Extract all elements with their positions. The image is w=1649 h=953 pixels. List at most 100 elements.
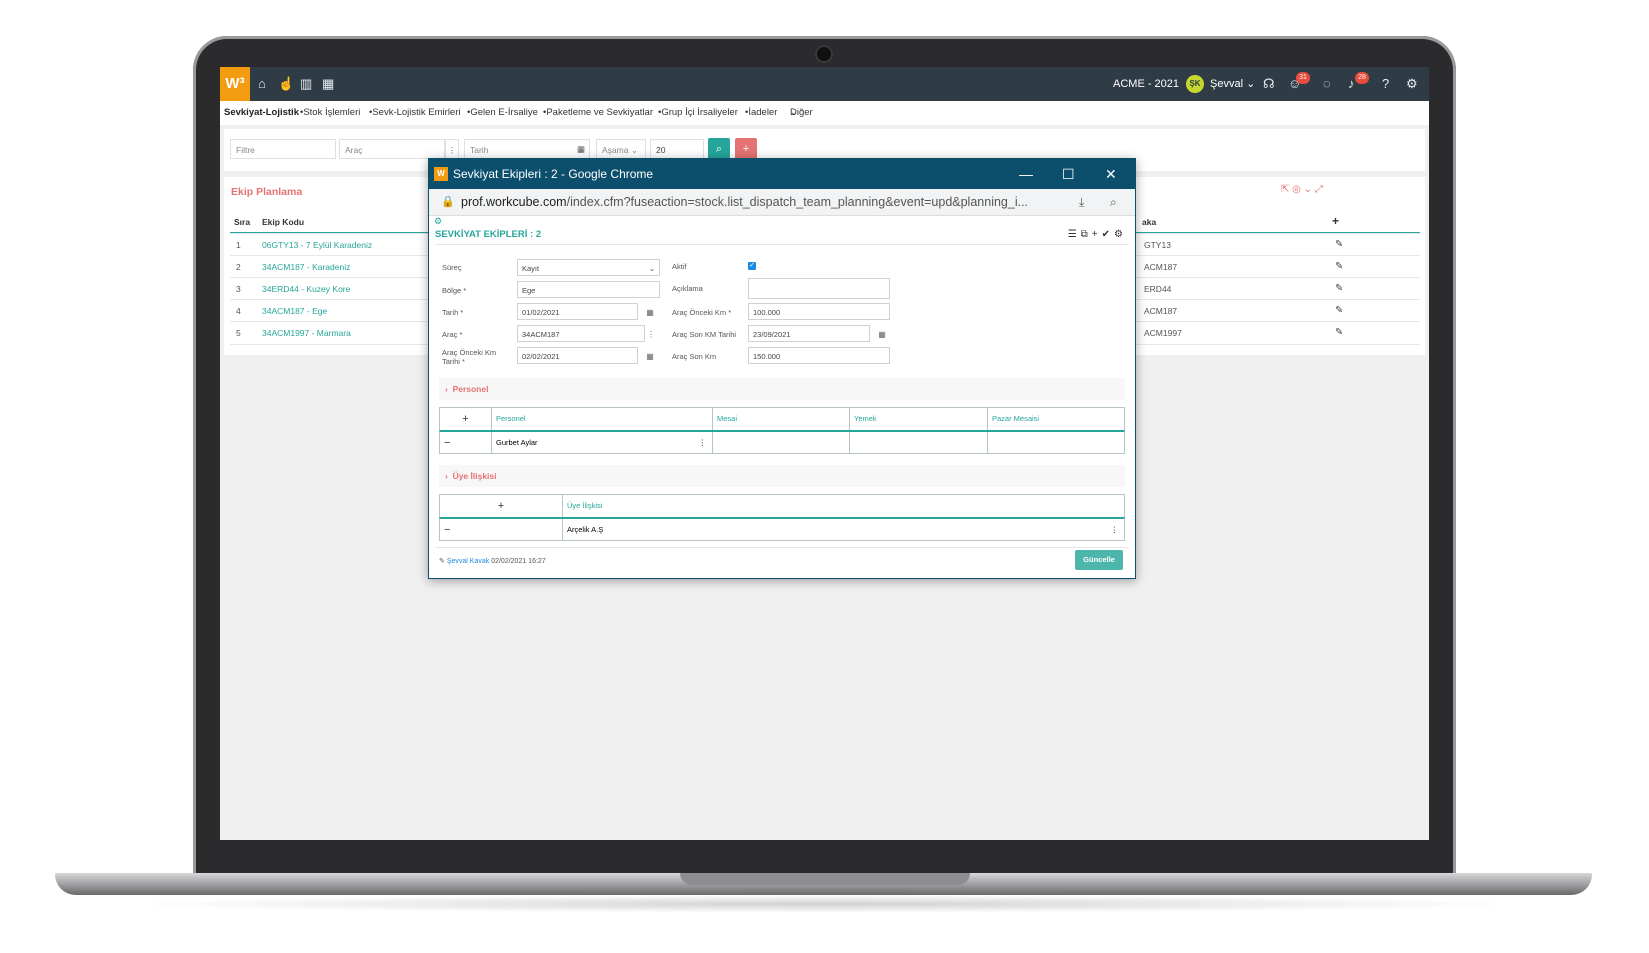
col-header-mesai: Mesai xyxy=(712,408,849,430)
avatar[interactable]: ŞK xyxy=(1186,75,1204,93)
yemek-cell[interactable] xyxy=(849,432,987,453)
user-menu[interactable]: Şevval ⌄ xyxy=(1210,67,1255,101)
calendar-icon: ▦ xyxy=(646,352,654,361)
gear-icon[interactable]: ⚙ xyxy=(1114,229,1123,240)
calendar-icon[interactable]: ▦ xyxy=(322,67,334,101)
maximize-button[interactable]: ☐ xyxy=(1062,159,1075,189)
aciklama-label: Açıklama xyxy=(672,284,703,293)
edit-icon[interactable]: ✎ xyxy=(1335,278,1343,300)
search-button[interactable]: ⌕ xyxy=(708,138,730,160)
update-button[interactable]: Güncelle xyxy=(1075,550,1123,570)
edit-icon[interactable]: ✎ xyxy=(1335,322,1343,344)
menu-sevkiyat-lojistik[interactable]: Sevkiyat-Lojistik xyxy=(224,101,299,125)
message-icon[interactable]: ◌ xyxy=(1323,67,1331,101)
check-icon[interactable]: ✔ xyxy=(1102,229,1110,240)
bell-icon[interactable]: ♪ xyxy=(1348,67,1355,101)
plus-icon[interactable]: + xyxy=(1092,229,1098,240)
company-name[interactable]: ACME - 2021 xyxy=(1113,67,1179,101)
minimize-button[interactable]: — xyxy=(1019,159,1033,189)
add-button[interactable]: + xyxy=(735,138,757,160)
menu-sevk-emirleri[interactable]: • Sevk-Lojistik Emirleri xyxy=(369,101,460,125)
arac-input[interactable]: 34ACM187 ⋮ xyxy=(517,325,655,342)
personel-name[interactable]: Gurbet Aylar ⋮ xyxy=(491,432,712,453)
zoom-icon[interactable]: ⌕ xyxy=(1110,189,1117,215)
personel-section-toggle[interactable]: › Personel xyxy=(439,378,1125,400)
table-row: − Arçelik A.Ş ⋮ xyxy=(439,517,1125,541)
workcube-logo[interactable]: W³ xyxy=(220,67,250,101)
aciklama-textarea[interactable] xyxy=(748,278,890,299)
son-tarih-label: Araç Son KM Tarihi xyxy=(672,330,737,339)
uye-grid-header: + Üye İlişkisi xyxy=(439,494,1125,518)
onceki-tarih-label: Araç Önceki Km Tarihi * xyxy=(442,348,497,366)
bolge-input[interactable]: Ege xyxy=(517,281,660,298)
lock-icon: 🔒 xyxy=(441,196,455,208)
chart-icon[interactable]: ▥ xyxy=(300,67,312,101)
popup-titlebar[interactable]: W Sevkiyat Ekipleri : 2 - Google Chrome … xyxy=(429,159,1135,189)
menu-stok-islemleri[interactable]: • Stok İşlemleri xyxy=(300,101,360,125)
help-icon[interactable]: ? xyxy=(1382,67,1389,101)
headset-icon[interactable]: ☊ xyxy=(1263,67,1275,101)
menu-grup-ici[interactable]: • Grup İçi İrsaliyeler xyxy=(658,101,738,125)
url-text[interactable]: prof.workcube.com/index.cfm?fuseaction=s… xyxy=(461,189,1028,215)
calendar-icon[interactable]: ▦ xyxy=(572,139,590,159)
menu-dots-icon: ⋮ xyxy=(698,438,707,447)
vehicle-menu-icon[interactable]: ⋮ xyxy=(445,139,459,159)
page-size-input[interactable]: 20 xyxy=(650,139,704,159)
uye-name[interactable]: Arçelik A.Ş ⋮ xyxy=(562,519,1124,540)
edit-icon[interactable]: ✎ xyxy=(1335,234,1343,256)
onceki-km-label: Araç Önceki Km * xyxy=(672,308,732,317)
mesai-cell[interactable] xyxy=(712,432,849,453)
chevron-down-icon: ⌄ xyxy=(648,264,655,273)
tarih-label: Tarih * xyxy=(442,308,464,317)
onceki-km-input[interactable]: 100.000 xyxy=(748,303,890,320)
popup-title: Sevkiyat Ekipleri : 2 - Google Chrome xyxy=(453,167,654,181)
edit-icon[interactable]: ✎ xyxy=(1335,256,1343,278)
download-icon[interactable]: ⤓ xyxy=(1079,189,1084,215)
table-row: − Gurbet Aylar ⋮ xyxy=(439,430,1125,454)
son-km-input[interactable]: 150.000 xyxy=(748,347,890,364)
edit-icon[interactable]: ✎ xyxy=(1335,300,1343,322)
surec-select[interactable]: Kayıt ⌄ xyxy=(517,259,660,276)
user-name: Şevval xyxy=(1210,78,1244,90)
section-title: SEVKİYAT EKİPLERİ : 2 xyxy=(435,229,542,240)
list-toolbar-icons[interactable]: ⇱ ◎ ⌄ ⤢ xyxy=(1281,184,1323,195)
son-km-label: Araç Son Km xyxy=(672,352,717,361)
page-title: Ekip Planlama xyxy=(231,186,303,198)
copy-icon[interactable]: ⧉ xyxy=(1081,229,1088,240)
menu-dots-icon: ⋮ xyxy=(647,330,655,339)
gear-icon[interactable]: ⚙ xyxy=(1406,67,1418,101)
vehicle-input[interactable]: Araç xyxy=(339,139,445,159)
aktif-label: Aktif xyxy=(672,262,687,271)
pazar-cell[interactable] xyxy=(987,432,1124,453)
col-header-yemek: Yemek xyxy=(849,408,987,430)
home-icon[interactable]: ⌂ xyxy=(258,67,266,101)
menu-paketleme[interactable]: • Paketleme ve Sevkiyatlar xyxy=(543,101,653,125)
tarih-input[interactable]: 01/02/2021 ▦ xyxy=(517,303,654,320)
uye-section-toggle[interactable]: › Üye İlişkisi xyxy=(439,465,1125,487)
close-button[interactable]: ✕ xyxy=(1105,159,1117,189)
menu-iadeler[interactable]: • İadeler xyxy=(745,101,777,125)
bolge-label: Bölge * xyxy=(442,286,467,295)
aktif-checkbox[interactable]: ✓ xyxy=(748,262,756,270)
son-tarih-input[interactable]: 23/09/2021 ▦ xyxy=(748,325,886,342)
menu-e-irsaliye[interactable]: • Gelen E-İrsaliye xyxy=(467,101,538,125)
surec-label: Süreç xyxy=(442,263,462,272)
menu-diger[interactable]: Diğer ⌄ xyxy=(790,101,813,125)
chevron-down-icon: ⌄ xyxy=(1246,78,1256,90)
add-uye-icon[interactable]: + xyxy=(440,495,562,517)
chat-badge: 31 xyxy=(1296,72,1310,84)
col-header-no: Sıra xyxy=(234,217,251,227)
pencil-icon: ✎ xyxy=(439,558,445,565)
stage-select[interactable]: Aşama ⌄ xyxy=(596,139,646,159)
remove-row-icon[interactable]: − xyxy=(440,432,491,453)
gear-icon[interactable]: ⚙ xyxy=(434,216,442,227)
list-icon[interactable]: ☰ xyxy=(1068,229,1077,240)
address-bar[interactable]: 🔒 prof.workcube.com/index.cfm?fuseaction… xyxy=(429,189,1135,216)
remove-row-icon[interactable]: − xyxy=(440,519,562,540)
hand-icon[interactable]: ☝ xyxy=(278,67,294,101)
add-personel-icon[interactable]: + xyxy=(440,408,491,430)
add-row-icon[interactable]: + xyxy=(1332,214,1339,228)
filter-input[interactable]: Filtre xyxy=(230,139,336,159)
onceki-tarih-input[interactable]: 02/02/2021 ▦ xyxy=(517,347,654,364)
record-user[interactable]: Şevval Kavak xyxy=(447,558,489,565)
